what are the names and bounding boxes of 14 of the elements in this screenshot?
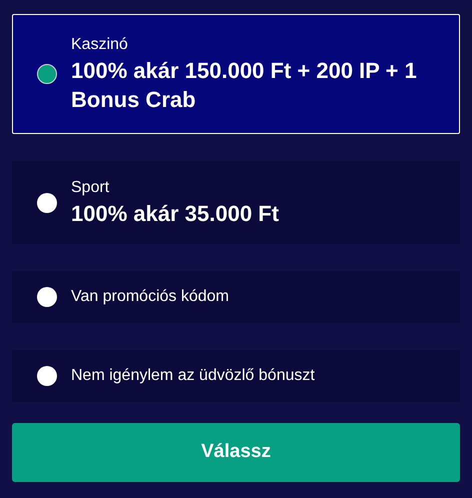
option-card[interactable]: Nem igénylem az üdvözlő bónuszt: [12, 350, 460, 402]
option-label: Van promóciós kódom: [71, 287, 229, 307]
option-title: 100% akár 150.000 Ft + 200 IP + 1 Bonus Crab: [71, 57, 418, 114]
option-category: Sport: [71, 178, 110, 198]
option-card[interactable]: Sport 100% akár 35.000 Ft: [12, 161, 460, 244]
radio-button[interactable]: [37, 366, 57, 386]
radio-button[interactable]: [37, 192, 57, 212]
option-category: Kaszinó: [71, 35, 129, 55]
option-label: Nem igénylem az üdvözlő bónuszt: [71, 366, 315, 386]
option-card[interactable]: Van promóciós kódom: [12, 271, 460, 323]
option-title: 100% akár 35.000 Ft: [71, 200, 279, 228]
option-card[interactable]: Kaszinó 100% akár 150.000 Ft + 200 IP + 1 Bonus Crab: [12, 14, 460, 134]
radio-button[interactable]: [37, 287, 57, 307]
radio-button[interactable]: [37, 64, 57, 84]
